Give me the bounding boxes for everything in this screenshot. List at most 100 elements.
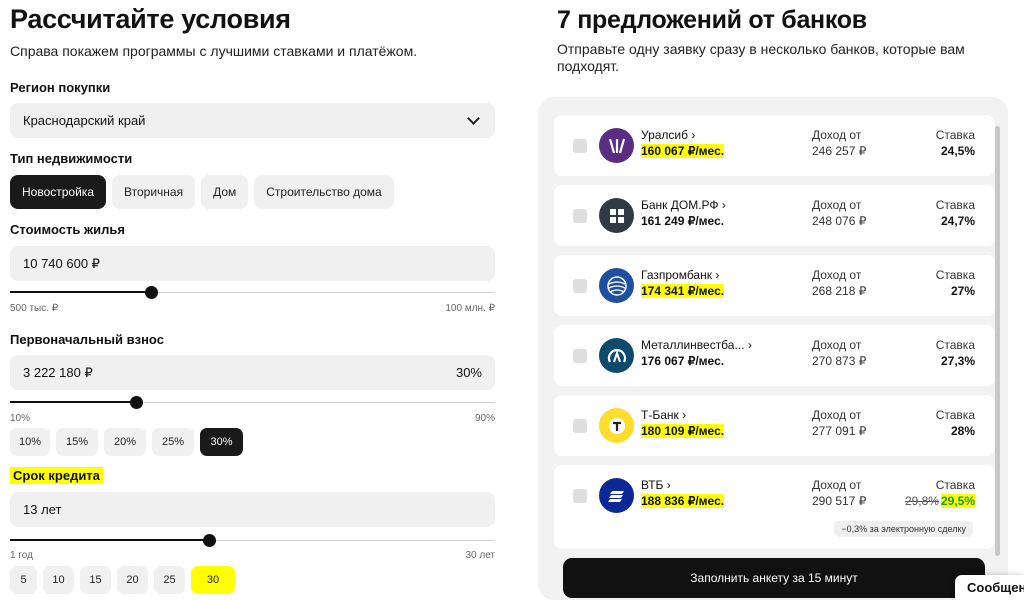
offer-rate-value: 28% xyxy=(950,424,975,438)
offer-bank-name: Т-Банк xyxy=(641,408,679,422)
offer-card[interactable]: Т-Банк › 180 109 ₽/мес. Доход от 277 091 ₽ С… xyxy=(554,395,995,456)
calculator-subtitle: Справа покажем программы с лучшими ставк… xyxy=(10,43,418,59)
offer-bank-name-link[interactable]: Металлинвестба... › xyxy=(641,338,752,352)
term-label: Срок кредита xyxy=(10,467,103,484)
fill-application-button[interactable]: Заполнить анкету за 15 минут xyxy=(563,558,985,598)
offers-scrollbar[interactable] xyxy=(995,126,1000,556)
down-payment-preset-20[interactable]: 20% xyxy=(104,428,146,456)
offers-title: 7 предложений от банков xyxy=(557,6,867,34)
term-preset-20[interactable]: 20 xyxy=(117,566,148,594)
offer-rate-label: Ставка xyxy=(935,408,975,422)
offer-rate-label: Ставка xyxy=(935,478,975,492)
offer-rate-value: 29,5% xyxy=(940,494,975,508)
chevron-right-icon: › xyxy=(666,478,671,492)
term-preset-10[interactable]: 10 xyxy=(43,566,74,594)
bank-logo-icon xyxy=(599,128,634,163)
offer-rate-label: Ставка xyxy=(935,268,975,282)
offer-bank-name: Уралсиб xyxy=(641,128,689,142)
offer-card[interactable]: ВТБ › 188 836 ₽/мес. Доход от 290 517 ₽ Став… xyxy=(554,465,995,549)
offer-checkbox[interactable] xyxy=(573,139,587,153)
offer-payment: 174 341 ₽/мес. xyxy=(641,284,725,298)
bank-logo-icon xyxy=(599,338,634,373)
offer-rate: 27% xyxy=(951,284,975,298)
down-payment-label: Первоначальный взнос xyxy=(10,332,164,347)
down-payment-value: 3 222 180 ₽ xyxy=(23,364,93,380)
down-payment-preset-25[interactable]: 25% xyxy=(152,428,194,456)
offer-old-rate: 29,8% xyxy=(904,494,939,508)
term-min: 1 год xyxy=(10,550,33,561)
cost-slider[interactable] xyxy=(10,286,495,299)
term-preset-5[interactable]: 5 xyxy=(10,566,37,594)
offer-bank-name-link[interactable]: Газпромбанк › xyxy=(641,268,719,282)
offer-checkbox[interactable] xyxy=(573,209,587,223)
term-value: 13 лет xyxy=(23,502,62,517)
region-select[interactable]: Краснодарский край xyxy=(10,103,495,138)
offer-bank-name: Газпромбанк xyxy=(641,268,712,282)
cost-min: 500 тыс. ₽ xyxy=(10,303,59,314)
offer-discount-badge: −0,3% за электронную сделку xyxy=(834,521,973,537)
offer-rate: 24,5% xyxy=(941,144,975,158)
offer-payment: 160 067 ₽/мес. xyxy=(641,144,725,158)
down-payment-slider-fill xyxy=(10,401,137,403)
term-slider-thumb[interactable] xyxy=(202,534,216,547)
offer-bank-name-link[interactable]: Т-Банк › xyxy=(641,408,686,422)
term-input[interactable]: 13 лет xyxy=(10,492,495,527)
offer-checkbox[interactable] xyxy=(573,489,587,503)
offer-card[interactable]: Банк ДОМ.РФ › 161 249 ₽/мес. Доход от 248 0… xyxy=(554,185,995,246)
offer-rate-value: 27% xyxy=(950,284,975,298)
property-type-group: Новостройка Вторичная Дом Строительство … xyxy=(10,175,394,209)
chevron-right-icon: › xyxy=(747,338,752,352)
down-payment-input[interactable]: 3 222 180 ₽ 30% xyxy=(10,355,495,390)
offer-income: 246 257 ₽ xyxy=(812,144,867,158)
bank-logo-icon xyxy=(599,408,634,443)
offer-payment: 180 109 ₽/мес. xyxy=(641,424,725,438)
offer-income-label: Доход от xyxy=(812,408,862,422)
offer-bank-name: ВТБ xyxy=(641,478,664,492)
offer-income-label: Доход от xyxy=(812,268,862,282)
offer-income: 277 091 ₽ xyxy=(812,424,867,438)
property-type-secondary[interactable]: Вторичная xyxy=(112,175,196,209)
property-type-new-building[interactable]: Новостройка xyxy=(10,175,106,209)
offer-card[interactable]: Уралсиб › 160 067 ₽/мес. Доход от 246 257 ₽… xyxy=(554,115,995,176)
down-payment-preset-15[interactable]: 15% xyxy=(56,428,98,456)
offer-bank-name-link[interactable]: Уралсиб › xyxy=(641,128,695,142)
offer-income-label: Доход от xyxy=(812,198,862,212)
down-payment-slider-thumb[interactable] xyxy=(130,396,144,409)
cost-slider-thumb[interactable] xyxy=(144,286,158,299)
down-payment-preset-30[interactable]: 30% xyxy=(200,428,243,456)
property-type-construction[interactable]: Строительство дома xyxy=(254,175,394,209)
chevron-right-icon: › xyxy=(715,268,720,282)
chevron-right-icon: › xyxy=(691,128,696,142)
term-preset-15[interactable]: 15 xyxy=(80,566,111,594)
cost-value: 10 740 600 ₽ xyxy=(23,255,100,271)
offer-checkbox[interactable] xyxy=(573,279,587,293)
term-preset-25[interactable]: 25 xyxy=(154,566,185,594)
offer-bank-name-link[interactable]: ВТБ › xyxy=(641,478,671,492)
property-type-label: Тип недвижимости xyxy=(10,151,133,166)
offer-checkbox[interactable] xyxy=(573,349,587,363)
chat-button[interactable]: Сообщения xyxy=(955,575,1024,600)
offer-rate-label: Ставка xyxy=(935,198,975,212)
down-payment-range: 10% 90% xyxy=(10,413,495,424)
cost-range: 500 тыс. ₽ 100 млн. ₽ xyxy=(10,303,495,314)
offer-income: 270 873 ₽ xyxy=(812,354,867,368)
term-preset-30[interactable]: 30 xyxy=(191,566,235,594)
property-type-house[interactable]: Дом xyxy=(201,175,249,209)
offer-bank-name-link[interactable]: Банк ДОМ.РФ › xyxy=(641,198,726,212)
down-payment-preset-10[interactable]: 10% xyxy=(10,428,50,456)
offer-checkbox[interactable] xyxy=(573,419,587,433)
offer-bank-name: Банк ДОМ.РФ xyxy=(641,198,719,212)
cost-input[interactable]: 10 740 600 ₽ xyxy=(10,246,495,281)
term-slider[interactable] xyxy=(10,534,495,547)
offer-card[interactable]: Газпромбанк › 174 341 ₽/мес. Доход от 268 2… xyxy=(554,255,995,316)
term-presets: 5 10 15 20 25 30 xyxy=(10,566,235,594)
down-payment-slider[interactable] xyxy=(10,396,495,409)
offer-rate: 28% xyxy=(951,424,975,438)
offer-card[interactable]: Металлинвестба... › 176 067 ₽/мес. Доход о… xyxy=(554,325,995,386)
offer-income: 248 076 ₽ xyxy=(812,214,867,228)
offer-rate-label: Ставка xyxy=(935,338,975,352)
region-label: Регион покупки xyxy=(10,80,111,95)
offer-bank-name: Металлинвестба... xyxy=(641,338,745,352)
cost-label: Стоимость жилья xyxy=(10,222,125,237)
offer-income: 268 218 ₽ xyxy=(812,284,867,298)
